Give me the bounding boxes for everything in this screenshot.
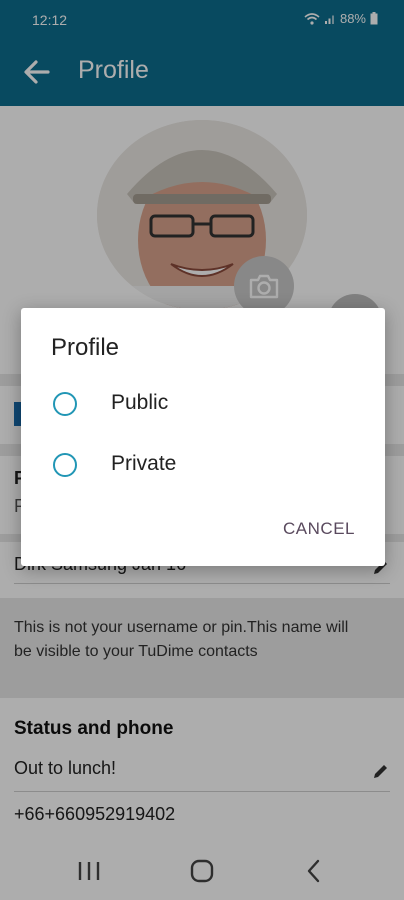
profile-visibility-dialog: Profile Public Private CANCEL <box>21 308 385 566</box>
cancel-button[interactable]: CANCEL <box>283 519 355 539</box>
option-label: Public <box>111 391 169 414</box>
radio-button[interactable] <box>53 392 77 416</box>
option-public[interactable]: Public <box>51 384 351 424</box>
option-private[interactable]: Private <box>51 445 351 485</box>
option-label: Private <box>111 452 177 475</box>
dialog-title: Profile <box>51 334 120 361</box>
radio-button[interactable] <box>53 453 77 477</box>
